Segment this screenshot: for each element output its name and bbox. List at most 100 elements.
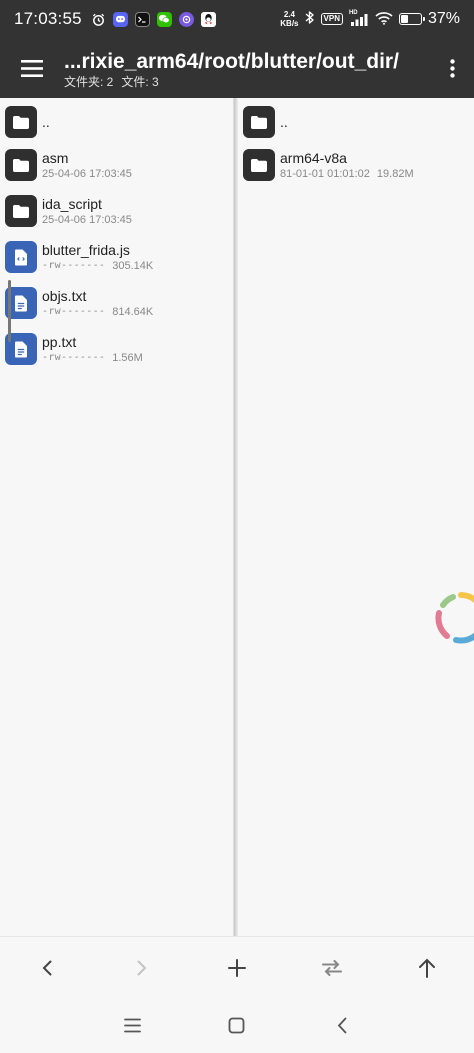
menu-icon	[123, 1018, 141, 1033]
loading-spinner-icon	[432, 589, 474, 647]
item-size: 19.82M	[376, 168, 414, 180]
item-date: 25-04-06 17:03:45	[42, 214, 132, 226]
row-meta: ..	[280, 113, 288, 131]
row-meta: objs.txt -rw------- 814.64K	[42, 287, 153, 319]
wifi-icon	[375, 11, 393, 28]
item-details: 81-01-01 01:01:02 19.82M	[280, 167, 414, 181]
dual-pane-container: .. asm 25-04-06 17:03:45 ida_script 25-04-0…	[0, 98, 474, 936]
item-name: arm64-v8a	[280, 150, 347, 166]
item-perm: -rw-------	[42, 352, 106, 363]
folder-row[interactable]: asm 25-04-06 17:03:45	[0, 142, 233, 188]
item-name: pp.txt	[42, 334, 77, 350]
parent-dir-label: ..	[42, 114, 50, 130]
back-icon	[337, 1017, 347, 1034]
item-date: 25-04-06 17:03:45	[42, 168, 132, 180]
item-size: 305.14K	[112, 260, 154, 272]
more-vert-icon	[449, 58, 455, 78]
code-file-icon	[5, 241, 37, 273]
forward-icon	[137, 960, 147, 975]
item-details: -rw------- 305.14K	[42, 259, 153, 273]
item-perm: -rw-------	[42, 306, 106, 317]
back-icon	[42, 960, 52, 975]
row-meta: pp.txt -rw------- 1.56M	[42, 333, 143, 365]
hd-label: HD	[348, 9, 358, 16]
row-meta: arm64-v8a 81-01-01 01:01:02 19.82M	[280, 149, 414, 181]
status-right-group: 2.4 KB/s VPN HD 37%	[280, 9, 460, 29]
battery-percent: 37%	[427, 10, 460, 27]
file-row[interactable]: pp.txt -rw------- 1.56M	[0, 326, 233, 372]
folder-icon	[5, 195, 37, 227]
net-speed-unit: KB/s	[280, 19, 299, 28]
wechat-icon	[156, 11, 172, 27]
row-meta: ..	[42, 113, 50, 131]
notification-icons	[91, 11, 216, 27]
vpn-badge: VPN	[320, 13, 343, 25]
system-nav-bar	[0, 998, 474, 1053]
item-name: blutter_frida.js	[42, 242, 130, 258]
folder-row[interactable]: arm64-v8a 81-01-01 01:01:02 19.82M	[238, 142, 474, 188]
folder-icon	[243, 149, 275, 181]
status-bar: 17:03:55 2.4 KB/s VPN HD 37%	[0, 0, 474, 38]
net-speed-value: 2.4	[283, 10, 295, 19]
item-details: -rw------- 1.56M	[42, 351, 143, 365]
up-icon	[418, 958, 435, 978]
folder-icon	[5, 149, 37, 181]
row-meta: blutter_frida.js -rw------- 305.14K	[42, 241, 153, 273]
hamburger-icon	[21, 59, 43, 77]
parent-dir-label: ..	[280, 114, 288, 130]
folder-count: 文件夹: 2	[64, 74, 114, 89]
parent-dir-row[interactable]: ..	[238, 102, 474, 142]
home-icon	[229, 1017, 245, 1034]
item-name: asm	[42, 150, 69, 166]
folder-icon	[243, 106, 275, 138]
terminal-icon	[134, 11, 150, 27]
file-row[interactable]: blutter_frida.js -rw------- 305.14K	[0, 234, 233, 280]
left-file-list: asm 25-04-06 17:03:45 ida_script 25-04-06 1…	[0, 142, 233, 372]
item-details: 25-04-06 17:03:45	[42, 167, 132, 181]
system-back-button[interactable]	[320, 1004, 364, 1048]
path-title-block: ...rixie_arm64/root/blutter/out_dir/ 文件夹…	[64, 47, 430, 90]
file-count: 文件: 3	[121, 74, 159, 89]
up-directory-button[interactable]	[405, 946, 449, 990]
forward-button[interactable]	[120, 946, 164, 990]
item-name: ida_script	[42, 196, 102, 212]
net-speed: 2.4 KB/s	[280, 10, 298, 28]
home-button[interactable]	[215, 1004, 259, 1048]
alarm-icon	[91, 12, 106, 27]
item-size: 1.56M	[112, 352, 143, 364]
item-date: 81-01-01 01:01:02	[280, 168, 370, 180]
mastodon-icon	[178, 11, 194, 27]
more-options-button[interactable]	[430, 38, 474, 98]
left-pane[interactable]: .. asm 25-04-06 17:03:45 ida_script 25-04-0…	[0, 98, 234, 936]
item-size: 814.64K	[112, 306, 154, 318]
bottom-action-bar	[0, 936, 474, 998]
row-meta: asm 25-04-06 17:03:45	[42, 149, 132, 181]
item-perm: -rw-------	[42, 260, 106, 271]
right-pane[interactable]: .. arm64-v8a 81-01-01 01:01:02 19.82M	[238, 98, 474, 936]
bluetooth-icon	[305, 10, 315, 28]
battery-icon	[398, 13, 425, 25]
hamburger-menu-button[interactable]	[0, 38, 64, 98]
left-scrollbar-thumb[interactable]	[8, 280, 11, 342]
swap-panes-button[interactable]	[310, 946, 354, 990]
item-details: -rw------- 814.64K	[42, 305, 153, 319]
item-name: objs.txt	[42, 288, 87, 304]
add-button[interactable]	[215, 946, 259, 990]
back-button[interactable]	[25, 946, 69, 990]
recents-button[interactable]	[110, 1004, 154, 1048]
right-file-list: arm64-v8a 81-01-01 01:01:02 19.82M	[238, 142, 474, 188]
path-subtitle: 文件夹: 2 文件: 3	[64, 75, 430, 90]
folder-row[interactable]: ida_script 25-04-06 17:03:45	[0, 188, 233, 234]
path-title: ...rixie_arm64/root/blutter/out_dir/	[64, 49, 399, 73]
app-toolbar: ...rixie_arm64/root/blutter/out_dir/ 文件夹…	[0, 38, 474, 98]
discord-icon	[112, 11, 128, 27]
parent-dir-row[interactable]: ..	[0, 102, 233, 142]
row-meta: ida_script 25-04-06 17:03:45	[42, 195, 132, 227]
file-row[interactable]: objs.txt -rw------- 814.64K	[0, 280, 233, 326]
folder-icon	[5, 106, 37, 138]
qq-icon	[200, 11, 216, 27]
item-details: 25-04-06 17:03:45	[42, 213, 132, 227]
cell-signal-icon: HD	[348, 9, 369, 26]
battery-fill	[400, 15, 408, 23]
status-time: 17:03:55	[14, 9, 82, 28]
